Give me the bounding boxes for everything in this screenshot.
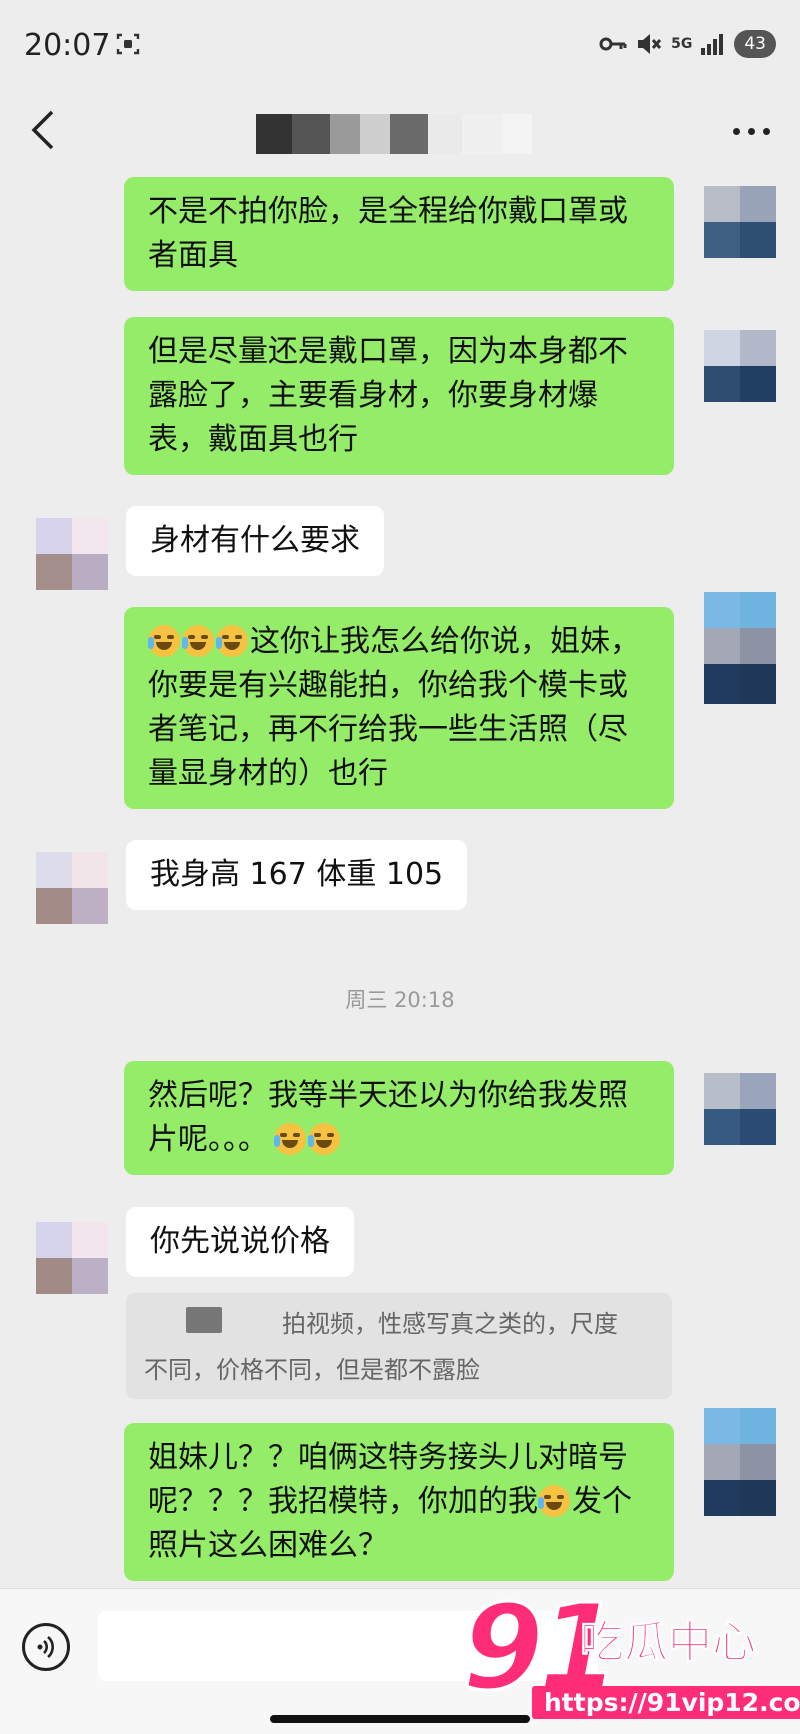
back-icon[interactable] [30, 108, 56, 152]
status-bar: 20:07 5G 43 [0, 0, 800, 96]
contact-name-redacted [256, 114, 532, 154]
battery-icon: 43 [734, 30, 776, 58]
watermark-url: https://91vip12.com [532, 1686, 800, 1719]
message-bubble-sent[interactable]: 姐妹儿？？咱俩这特务接头儿对暗号呢？？？我招模特，你加的我 发个照片这么困难么？ [124, 1423, 674, 1581]
laughing-tears-emoji-icon [308, 1123, 340, 1155]
my-avatar-lower [704, 664, 776, 704]
mute-icon [638, 34, 662, 54]
laughing-tears-emoji-icon [538, 1485, 570, 1517]
time-divider: 周三 20:18 [345, 988, 455, 1012]
chat-header [0, 96, 800, 168]
screen-record-icon [116, 33, 140, 55]
contact-avatar[interactable] [36, 518, 108, 590]
my-avatar[interactable] [704, 592, 776, 664]
message-bubble-received[interactable]: 我身高 167 体重 105 [126, 840, 468, 910]
status-icons: 5G 43 [599, 30, 776, 58]
voice-icon[interactable] [22, 1623, 70, 1671]
status-time: 20:07 [24, 28, 111, 63]
contact-avatar[interactable] [36, 1222, 108, 1294]
my-avatar[interactable] [704, 1073, 776, 1145]
watermark-name: 吃瓜中心 [580, 1617, 757, 1669]
my-avatar-lower [704, 1480, 776, 1516]
key-icon [599, 37, 627, 51]
site-watermark: 91 吃瓜中心 https://91vip12.com [460, 1577, 800, 1733]
laughing-tears-emoji-icon [182, 625, 214, 657]
message-bubble-received[interactable]: 身材有什么要求 [126, 506, 384, 576]
quoted-message[interactable]: 拍视频，性感写真之类的，尺度 不同，价格不同，但是都不露脸 [126, 1293, 672, 1399]
laughing-tears-emoji-icon [216, 625, 248, 657]
my-avatar[interactable] [704, 186, 776, 258]
quoted-image-thumbnail [186, 1307, 222, 1333]
message-bubble-sent[interactable]: 但是尽量还是戴口罩，因为本身都不露脸了，主要看身材，你要身材爆表，戴面具也行 [124, 317, 674, 475]
my-avatar[interactable] [704, 330, 776, 402]
signal-icon [701, 34, 724, 55]
contact-avatar[interactable] [36, 852, 108, 924]
message-bubble-sent[interactable]: 然后呢？我等半天还以为你给我发照片呢。。。 [124, 1061, 674, 1175]
laughing-tears-emoji-icon [148, 625, 180, 657]
message-bubble-sent[interactable]: 这你让我怎么给你说，姐妹，你要是有兴趣能拍，你给我个模卡或者笔记，再不行给我一些… [124, 607, 674, 809]
message-bubble-sent[interactable]: 不是不拍你脸，是全程给你戴口罩或者面具 [124, 177, 674, 291]
message-text: 然后呢？我等半天还以为你给我发照片呢。。。 [148, 1078, 628, 1157]
my-avatar[interactable] [704, 1408, 776, 1480]
network-label: 5G [671, 36, 693, 52]
message-bubble-received[interactable]: 你先说说价格 [126, 1207, 354, 1277]
quote-text-line2: 不同，价格不同，但是都不露脸 [144, 1356, 480, 1384]
more-icon[interactable] [733, 128, 770, 135]
laughing-tears-emoji-icon [274, 1123, 306, 1155]
